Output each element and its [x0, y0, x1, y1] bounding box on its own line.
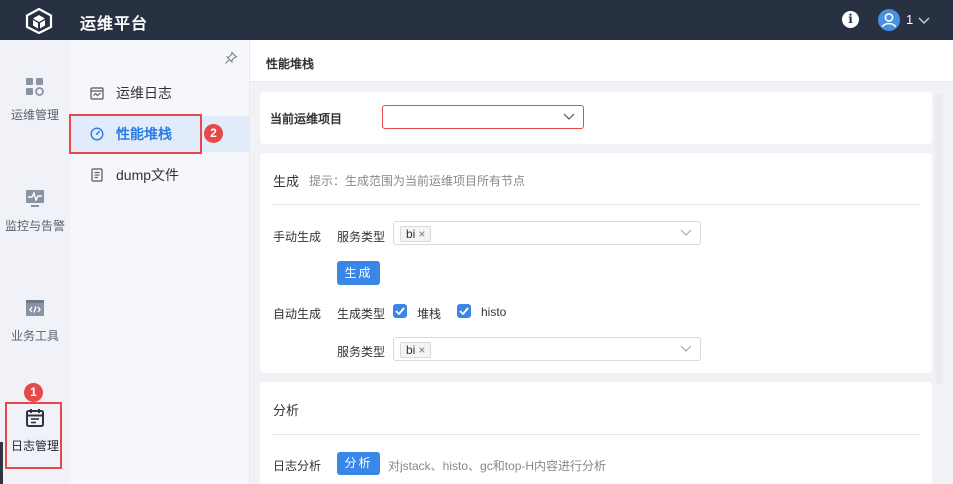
project-select[interactable] [382, 105, 584, 129]
generate-title: 生成 [273, 174, 300, 189]
page-title: 性能堆栈 [266, 57, 315, 71]
auto-generate-label: 自动生成 [273, 307, 322, 321]
service-type-label: 服务类型 [337, 230, 386, 244]
log-analyze-label: 日志分析 [273, 459, 322, 473]
annotation-badge-2: 2 [204, 124, 223, 143]
apps-grid-icon [26, 78, 44, 96]
check-icon [459, 307, 469, 315]
manual-generate-label: 手动生成 [273, 230, 322, 244]
menu-item-ops-log[interactable]: 运维日志 [70, 75, 249, 111]
generate-hint: 提示：生成范围为当前运维项目所有节点 [309, 174, 526, 188]
project-label: 当前运维项目 [270, 112, 343, 126]
info-icon[interactable]: i [842, 11, 859, 28]
project-card: 当前运维项目 [260, 92, 932, 144]
code-window-icon [26, 300, 44, 316]
menu-item-dump-file[interactable]: dump文件 [70, 157, 249, 193]
divider [272, 434, 920, 435]
secondary-sidebar: 运维日志 性能堆栈 dump文件 [70, 40, 250, 484]
analyze-title: 分析 [273, 403, 300, 418]
tag-close-icon[interactable]: × [418, 343, 425, 357]
pin-icon[interactable] [224, 51, 238, 65]
callout-box-2 [69, 114, 202, 154]
scrollbar[interactable] [935, 94, 943, 384]
nav-item-monitoring[interactable]: 监控与告警 [0, 187, 70, 234]
checkbox-stack[interactable] [393, 304, 407, 318]
nav-label: 业务工具 [10, 329, 59, 343]
auto-service-type-select[interactable]: bi × [393, 337, 701, 361]
checkbox-stack-label: 堆栈 [417, 307, 442, 321]
auto-service-type-label: 服务类型 [337, 345, 386, 359]
calendar-icon [90, 87, 104, 100]
service-tag: bi × [400, 342, 432, 358]
active-indicator [0, 442, 3, 484]
main-content: 性能堆栈 当前运维项目 生成 提示：生成范围为当前运维项目所有节点 手动生成 服… [250, 40, 953, 484]
analyze-button[interactable]: 分析 [337, 452, 380, 475]
analyze-card: 分析 日志分析 分析 对jstack、histo、gc和top-H内容进行分析 [260, 382, 932, 484]
checkbox-histo-label: histo [481, 305, 507, 319]
user-avatar[interactable] [878, 9, 900, 31]
nav-label: 运维管理 [10, 108, 59, 122]
service-type-select[interactable]: bi × [393, 221, 701, 245]
check-icon [395, 307, 405, 315]
chevron-down-icon [680, 345, 692, 352]
monitor-icon [26, 190, 44, 207]
analyze-hint: 对jstack、histo、gc和top-H内容进行分析 [388, 459, 607, 473]
menu-item-label: 运维日志 [116, 85, 172, 101]
generate-button[interactable]: 生成 [337, 261, 380, 285]
chevron-down-icon [563, 113, 575, 120]
user-name[interactable]: 1 [906, 12, 913, 27]
nav-label: 监控与告警 [4, 219, 65, 233]
user-icon [881, 13, 897, 28]
service-tag: bi × [400, 226, 432, 242]
nav-item-business-tools[interactable]: 业务工具 [0, 297, 70, 344]
app-title: 运维平台 [80, 16, 149, 33]
generate-type-label: 生成类型 [337, 307, 386, 321]
page-header: 性能堆栈 [250, 40, 953, 82]
tag-close-icon[interactable]: × [418, 227, 425, 241]
callout-box-1 [5, 402, 62, 469]
service-tag-label: bi [406, 343, 416, 357]
chevron-down-icon [680, 229, 692, 236]
divider [272, 204, 920, 205]
document-icon [91, 168, 103, 182]
menu-item-label: dump文件 [116, 167, 180, 183]
nav-item-ops-management[interactable]: 运维管理 [0, 76, 70, 123]
checkbox-histo[interactable] [457, 304, 471, 318]
top-bar: 运维平台 i 1 [0, 0, 953, 40]
generate-card: 生成 提示：生成范围为当前运维项目所有节点 手动生成 服务类型 bi × 生成 自… [260, 153, 932, 373]
service-tag-label: bi [406, 227, 416, 241]
annotation-badge-1: 1 [24, 383, 43, 402]
cube-logo-icon [25, 8, 53, 34]
chevron-down-icon[interactable] [917, 12, 931, 28]
